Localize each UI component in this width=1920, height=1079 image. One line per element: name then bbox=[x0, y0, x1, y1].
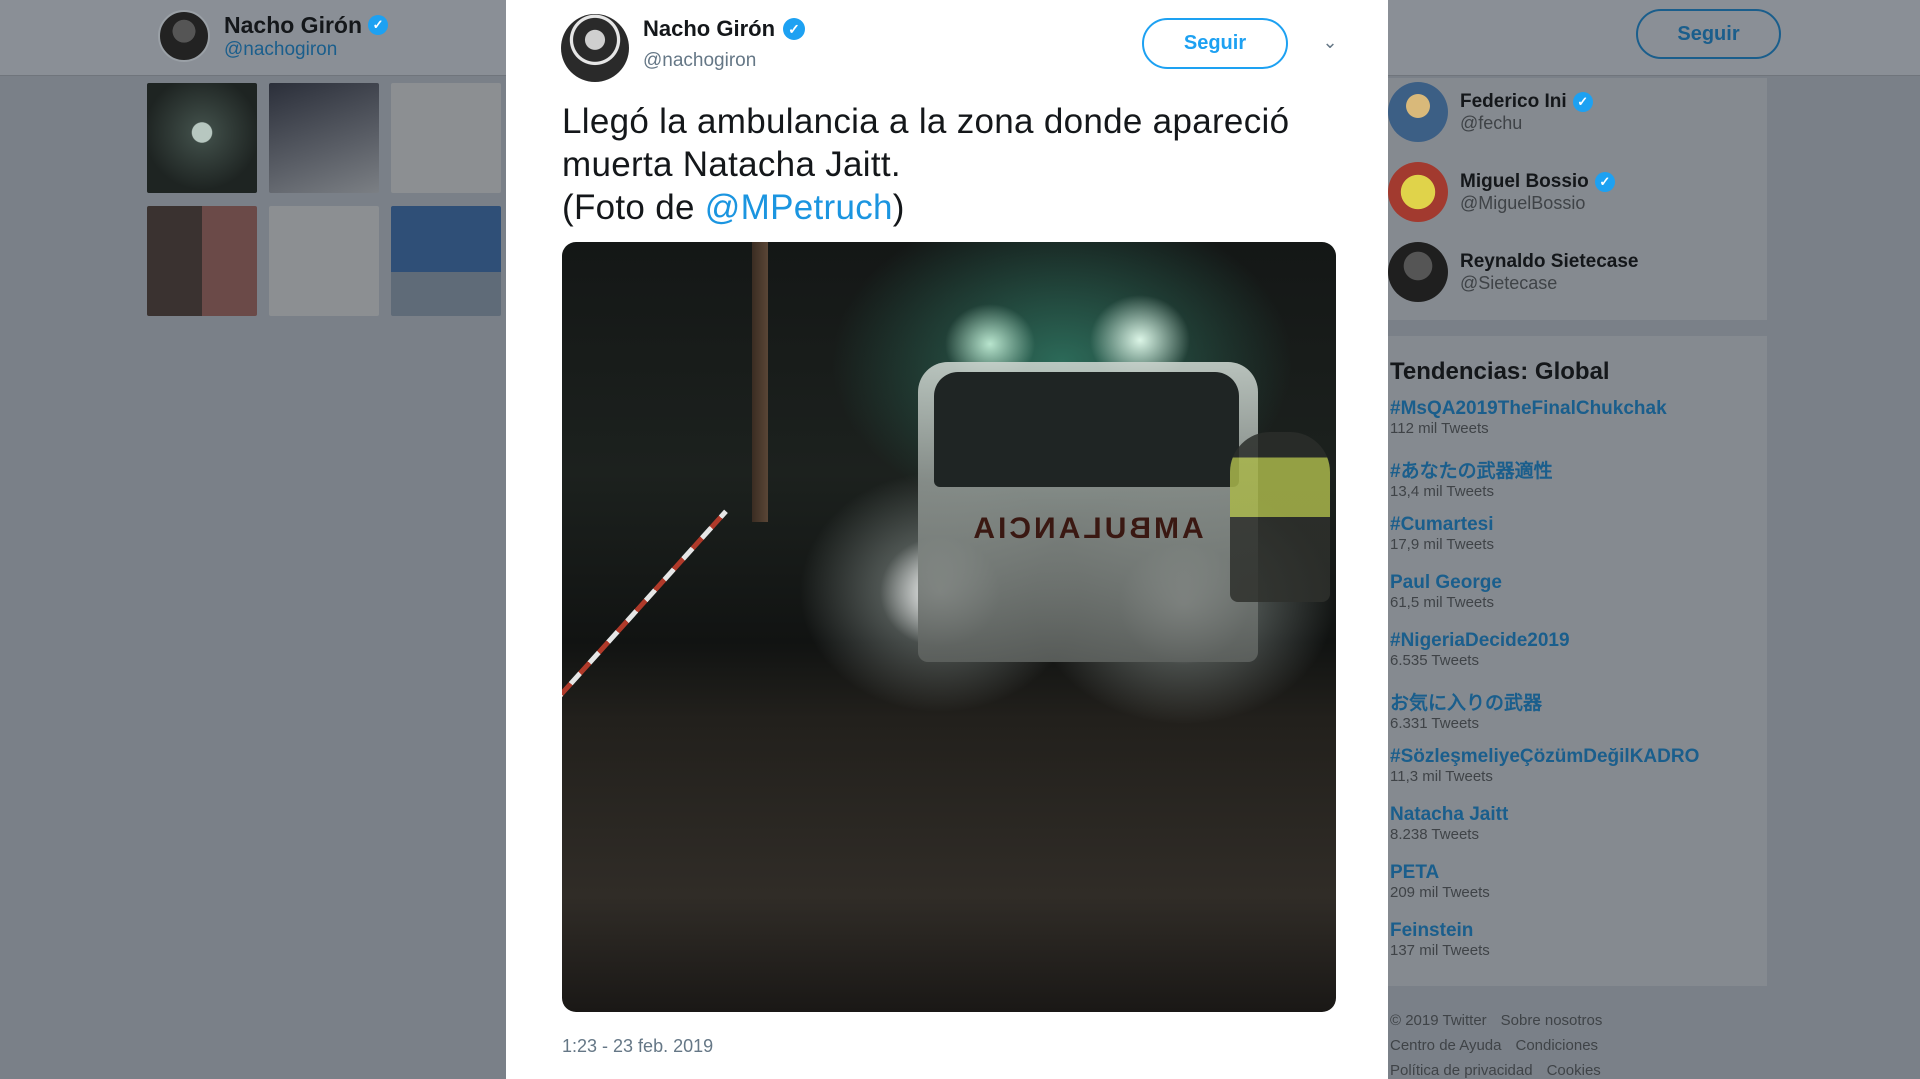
author-avatar[interactable] bbox=[561, 14, 629, 82]
mention-link[interactable]: @MPetruch bbox=[705, 188, 893, 227]
footer-links: © 2019 Twitter Sobre nosotros Centro de A… bbox=[1390, 1012, 1603, 1079]
verified-icon: ✓ bbox=[1594, 171, 1615, 192]
pole bbox=[752, 242, 768, 522]
trend-item[interactable]: Natacha Jaitt 8.238 Tweets bbox=[1390, 804, 1508, 843]
background-follow-button[interactable]: Seguir bbox=[1636, 9, 1781, 59]
media-thumbnail[interactable] bbox=[147, 83, 257, 193]
author-name[interactable]: Nacho Girón ✓ bbox=[643, 16, 806, 42]
suggested-account[interactable]: Reynaldo Sietecase @Sietecase bbox=[1388, 242, 1638, 302]
tweet-photo[interactable]: AMBULANCIA bbox=[562, 242, 1336, 1012]
verified-icon: ✓ bbox=[783, 18, 806, 40]
footer-link[interactable]: Condiciones bbox=[1515, 1037, 1598, 1054]
footer-link[interactable]: Política de privacidad bbox=[1390, 1062, 1533, 1079]
verified-icon: ✓ bbox=[368, 15, 389, 35]
trends-title: Tendencias: Global bbox=[1390, 358, 1610, 385]
officer bbox=[1230, 432, 1330, 602]
avatar bbox=[1388, 162, 1448, 222]
footer-link[interactable]: Sobre nosotros bbox=[1501, 1012, 1603, 1029]
background-profile: Nacho Girón ✓ @nachogiron bbox=[158, 10, 389, 62]
trend-item[interactable]: お気に入りの武器 6.331 Tweets bbox=[1390, 688, 1542, 732]
ambulance-label: AMBULANCIA bbox=[970, 512, 1204, 545]
author-handle[interactable]: @nachogiron bbox=[643, 50, 756, 72]
background-profile-handle: @nachogiron bbox=[224, 38, 338, 60]
verified-icon: ✓ bbox=[1572, 91, 1593, 112]
tweet-timestamp[interactable]: 1:23 - 23 feb. 2019 bbox=[562, 1036, 713, 1057]
chevron-down-icon[interactable]: ⌄ bbox=[1318, 32, 1342, 56]
tweet-modal: Nacho Girón ✓ @nachogiron Seguir ⌄ Llegó… bbox=[506, 0, 1388, 1079]
suggested-account[interactable]: Federico Ini ✓ @fechu bbox=[1388, 82, 1593, 142]
trend-item[interactable]: #SözleşmeliyeÇözümDeğilKADRO 11,3 mil Twe… bbox=[1390, 746, 1699, 785]
follow-button[interactable]: Seguir bbox=[1142, 18, 1288, 69]
trend-item[interactable]: #Cumartesi 17,9 mil Tweets bbox=[1390, 514, 1494, 553]
media-thumbnail[interactable] bbox=[147, 206, 257, 316]
suggested-account[interactable]: Miguel Bossio ✓ @MiguelBossio bbox=[1388, 162, 1615, 222]
footer-link[interactable]: Cookies bbox=[1547, 1062, 1601, 1079]
caution-tape bbox=[562, 509, 728, 707]
media-grid bbox=[147, 83, 501, 316]
footer-link[interactable]: Centro de Ayuda bbox=[1390, 1037, 1501, 1054]
trend-item[interactable]: #あなたの武器適性 13,4 mil Tweets bbox=[1390, 456, 1553, 500]
background-avatar bbox=[158, 10, 210, 62]
trend-item[interactable]: Paul George 61,5 mil Tweets bbox=[1390, 572, 1502, 611]
media-thumbnail[interactable] bbox=[391, 83, 501, 193]
trend-item[interactable]: Feinstein 137 mil Tweets bbox=[1390, 920, 1490, 959]
avatar bbox=[1388, 82, 1448, 142]
trend-item[interactable]: #MsQA2019TheFinalChukchak 112 mil Tweets bbox=[1390, 398, 1667, 437]
media-thumbnail[interactable] bbox=[269, 206, 379, 316]
avatar bbox=[1388, 242, 1448, 302]
background-profile-name: Nacho Girón ✓ bbox=[224, 12, 389, 39]
media-thumbnail[interactable] bbox=[391, 206, 501, 316]
media-thumbnail[interactable] bbox=[269, 83, 379, 193]
trend-item[interactable]: PETA 209 mil Tweets bbox=[1390, 862, 1490, 901]
tweet-text: Llegó la ambulancia a la zona donde apar… bbox=[562, 102, 1290, 227]
trend-item[interactable]: #NigeriaDecide2019 6.535 Tweets bbox=[1390, 630, 1570, 669]
ambulance-windshield bbox=[934, 372, 1239, 487]
